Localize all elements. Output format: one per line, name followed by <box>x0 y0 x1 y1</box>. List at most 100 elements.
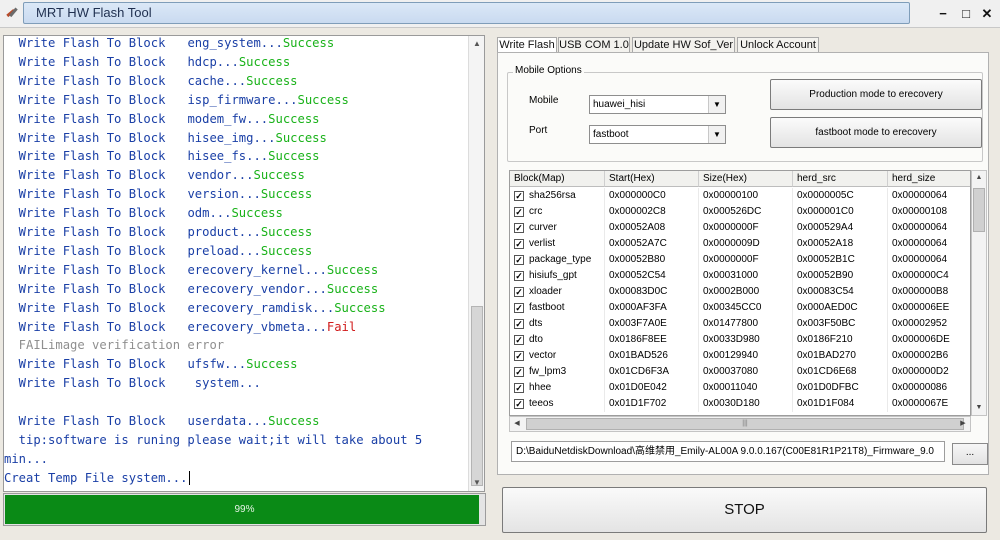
scroll-up-icon[interactable]: ▲ <box>972 171 986 185</box>
row-checkbox[interactable]: ✓ <box>514 383 524 393</box>
table-row[interactable]: ✓ crc 0x000002C8 0x000526DC 0x000001C0 0x0000… <box>510 204 970 220</box>
table-vscroll-thumb[interactable] <box>973 188 985 232</box>
table-row[interactable]: ✓ hisiufs_gpt 0x00052C54 0x00031000 0x00052B… <box>510 268 970 284</box>
cell-herd-src: 0x01D0DFBC <box>793 380 888 396</box>
row-checkbox[interactable]: ✓ <box>514 239 524 249</box>
tab-unlock-account[interactable]: Unlock Account <box>737 37 819 53</box>
table-row[interactable]: ✓ fw_lpm3 0x01CD6F3A 0x00037080 0x01CD6E68 0x… <box>510 364 970 380</box>
table-vertical-scrollbar[interactable]: ▲ ▼ <box>971 170 987 416</box>
port-select[interactable]: fastboot ▼ <box>589 125 726 144</box>
tab-usb-com[interactable]: USB COM 1.0 <box>558 37 630 53</box>
table-row[interactable]: ✓ sha256rsa 0x000000C0 0x00000100 0x0000005C… <box>510 188 970 204</box>
log-scroll-thumb[interactable] <box>471 306 483 486</box>
table-row[interactable]: ✓ package_type 0x00052B80 0x0000000F 0x00052… <box>510 252 970 268</box>
log-text: Write Flash To Block <box>4 92 188 107</box>
scroll-down-icon[interactable]: ▼ <box>469 475 484 491</box>
scroll-up-icon[interactable]: ▲ <box>469 36 484 52</box>
row-checkbox[interactable]: ✓ <box>514 287 524 297</box>
table-row[interactable]: ✓ dts 0x003F7A0E 0x01477800 0x003F50BC 0x0000… <box>510 316 970 332</box>
cell-size: 0x0030D180 <box>699 396 793 412</box>
log-text: FAILimage verification error <box>4 338 225 353</box>
log-output[interactable]: Write Flash To Block eng_system...Succes… <box>3 35 485 492</box>
cell-size: 0x0000000F <box>699 220 793 236</box>
tab-update-hw[interactable]: Update HW Sof_Ver <box>632 37 735 53</box>
chevron-down-icon[interactable]: ▼ <box>708 96 725 113</box>
table-row[interactable]: ✓ dto 0x0186F8EE 0x0033D980 0x0186F210 0x0000… <box>510 332 970 348</box>
table-row[interactable]: ✓ fastboot 0x000AF3FA 0x00345CC0 0x000AED0C 0… <box>510 300 970 316</box>
chevron-down-icon[interactable]: ▼ <box>708 126 725 143</box>
row-checkbox[interactable]: ✓ <box>514 271 524 281</box>
cell-block-text: verlist <box>529 238 556 249</box>
table-row[interactable]: ✓ curver 0x00052A08 0x0000000F 0x000529A4 0x0… <box>510 220 970 236</box>
tool-icon <box>6 7 18 18</box>
row-checkbox[interactable]: ✓ <box>514 367 524 377</box>
cell-herd-src: 0x01D1F084 <box>793 396 888 412</box>
row-checkbox[interactable]: ✓ <box>514 223 524 233</box>
log-text: Write Flash To Block <box>4 111 188 126</box>
cell-size: 0x00000100 <box>699 188 793 204</box>
cell-size-text: 0x00031000 <box>703 270 759 281</box>
cell-herd-size-text: 0x000000C4 <box>892 270 949 281</box>
maximize-button[interactable]: □ <box>958 6 974 22</box>
row-checkbox[interactable]: ✓ <box>514 255 524 265</box>
mobile-options-title: Mobile Options <box>513 65 584 76</box>
log-text: erecovery_ramdisk... <box>187 300 335 315</box>
scroll-left-icon[interactable]: ◀ <box>510 417 524 431</box>
table-row[interactable]: ✓ verlist 0x00052A7C 0x0000009D 0x00052A18 0x… <box>510 236 970 252</box>
browse-button[interactable]: ... <box>952 443 988 465</box>
cell-start: 0x00083D0C <box>605 284 699 300</box>
table-row[interactable]: ✓ teeos 0x01D1F702 0x0030D180 0x01D1F084 0x00… <box>510 396 970 412</box>
log-text: Write Flash To Block <box>4 187 188 202</box>
cell-herd-size-text: 0x000006EE <box>892 302 950 313</box>
column-header-size[interactable]: Size(Hex) <box>699 171 793 187</box>
table-hscroll-thumb[interactable]: ||| <box>526 418 964 430</box>
row-checkbox[interactable]: ✓ <box>514 399 524 409</box>
fastboot-mode-button[interactable]: fastboot mode to erecovery <box>770 117 982 148</box>
cell-block: ✓ verlist <box>510 236 605 252</box>
cell-size-text: 0x0000000F <box>703 254 759 265</box>
close-button[interactable]: ✕ <box>979 6 995 22</box>
cell-block: ✓ sha256rsa <box>510 188 605 204</box>
scroll-down-icon[interactable]: ▼ <box>972 401 986 415</box>
column-header-block[interactable]: Block(Map) <box>510 171 605 187</box>
table-horizontal-scrollbar[interactable]: ◀ ||| ▶ <box>509 416 971 432</box>
firmware-path-field[interactable]: D:\BaiduNetdiskDownload\高维禁用_Emily-AL00A… <box>511 441 945 462</box>
column-header-herd-src[interactable]: herd_src <box>793 171 888 187</box>
table-row[interactable]: ✓ vector 0x01BAD526 0x00129940 0x01BAD270 0x0… <box>510 348 970 364</box>
row-checkbox[interactable]: ✓ <box>514 335 524 345</box>
cell-herd-src: 0x00083C54 <box>793 284 888 300</box>
log-text: hdcp... <box>187 54 239 69</box>
log-text: isp_firmware... <box>187 92 298 107</box>
tab-write-flash[interactable]: Write Flash <box>497 37 557 53</box>
cell-herd-src-text: 0x00052B1C <box>797 254 855 265</box>
cell-size-text: 0x00011040 <box>703 382 758 393</box>
log-line: Write Flash To Block ufsfw...Success <box>4 355 298 374</box>
row-checkbox[interactable]: ✓ <box>514 191 524 201</box>
log-text: Success <box>246 73 298 88</box>
log-text: tip:software is runing please wait;it wi… <box>4 432 423 447</box>
table-row[interactable]: ✓ hhee 0x01D0E042 0x00011040 0x01D0DFBC 0x000… <box>510 380 970 396</box>
block-table[interactable]: Block(Map) Start(Hex) Size(Hex) herd_src… <box>509 170 971 416</box>
cell-start-text: 0x000AF3FA <box>609 302 667 313</box>
production-mode-button[interactable]: Production mode to erecovery <box>770 79 982 110</box>
scroll-right-icon[interactable]: ▶ <box>956 417 970 431</box>
row-checkbox[interactable]: ✓ <box>514 351 524 361</box>
log-scrollbar[interactable]: ▲ ▼ <box>468 36 484 491</box>
cell-herd-size-text: 0x000000B8 <box>892 286 949 297</box>
log-line: Write Flash To Block odm...Success <box>4 204 283 223</box>
column-header-herd-size[interactable]: herd_size <box>888 171 970 187</box>
log-text: Write Flash To Block <box>4 130 188 145</box>
table-row[interactable]: ✓ xloader 0x00083D0C 0x0002B000 0x00083C54 0x… <box>510 284 970 300</box>
row-checkbox[interactable]: ✓ <box>514 319 524 329</box>
minimize-button[interactable]: − <box>935 6 951 22</box>
log-text: Write Flash To Block <box>4 206 188 221</box>
mobile-select[interactable]: huawei_hisi ▼ <box>589 95 726 114</box>
row-checkbox[interactable]: ✓ <box>514 303 524 313</box>
column-header-start[interactable]: Start(Hex) <box>605 171 699 187</box>
stop-button[interactable]: STOP <box>502 487 987 533</box>
log-text: ufsfw... <box>187 357 247 372</box>
cell-block: ✓ hhee <box>510 380 605 396</box>
cell-herd-size: 0x00000064 <box>888 188 970 204</box>
row-checkbox[interactable]: ✓ <box>514 207 524 217</box>
log-text: preload... <box>187 243 261 258</box>
